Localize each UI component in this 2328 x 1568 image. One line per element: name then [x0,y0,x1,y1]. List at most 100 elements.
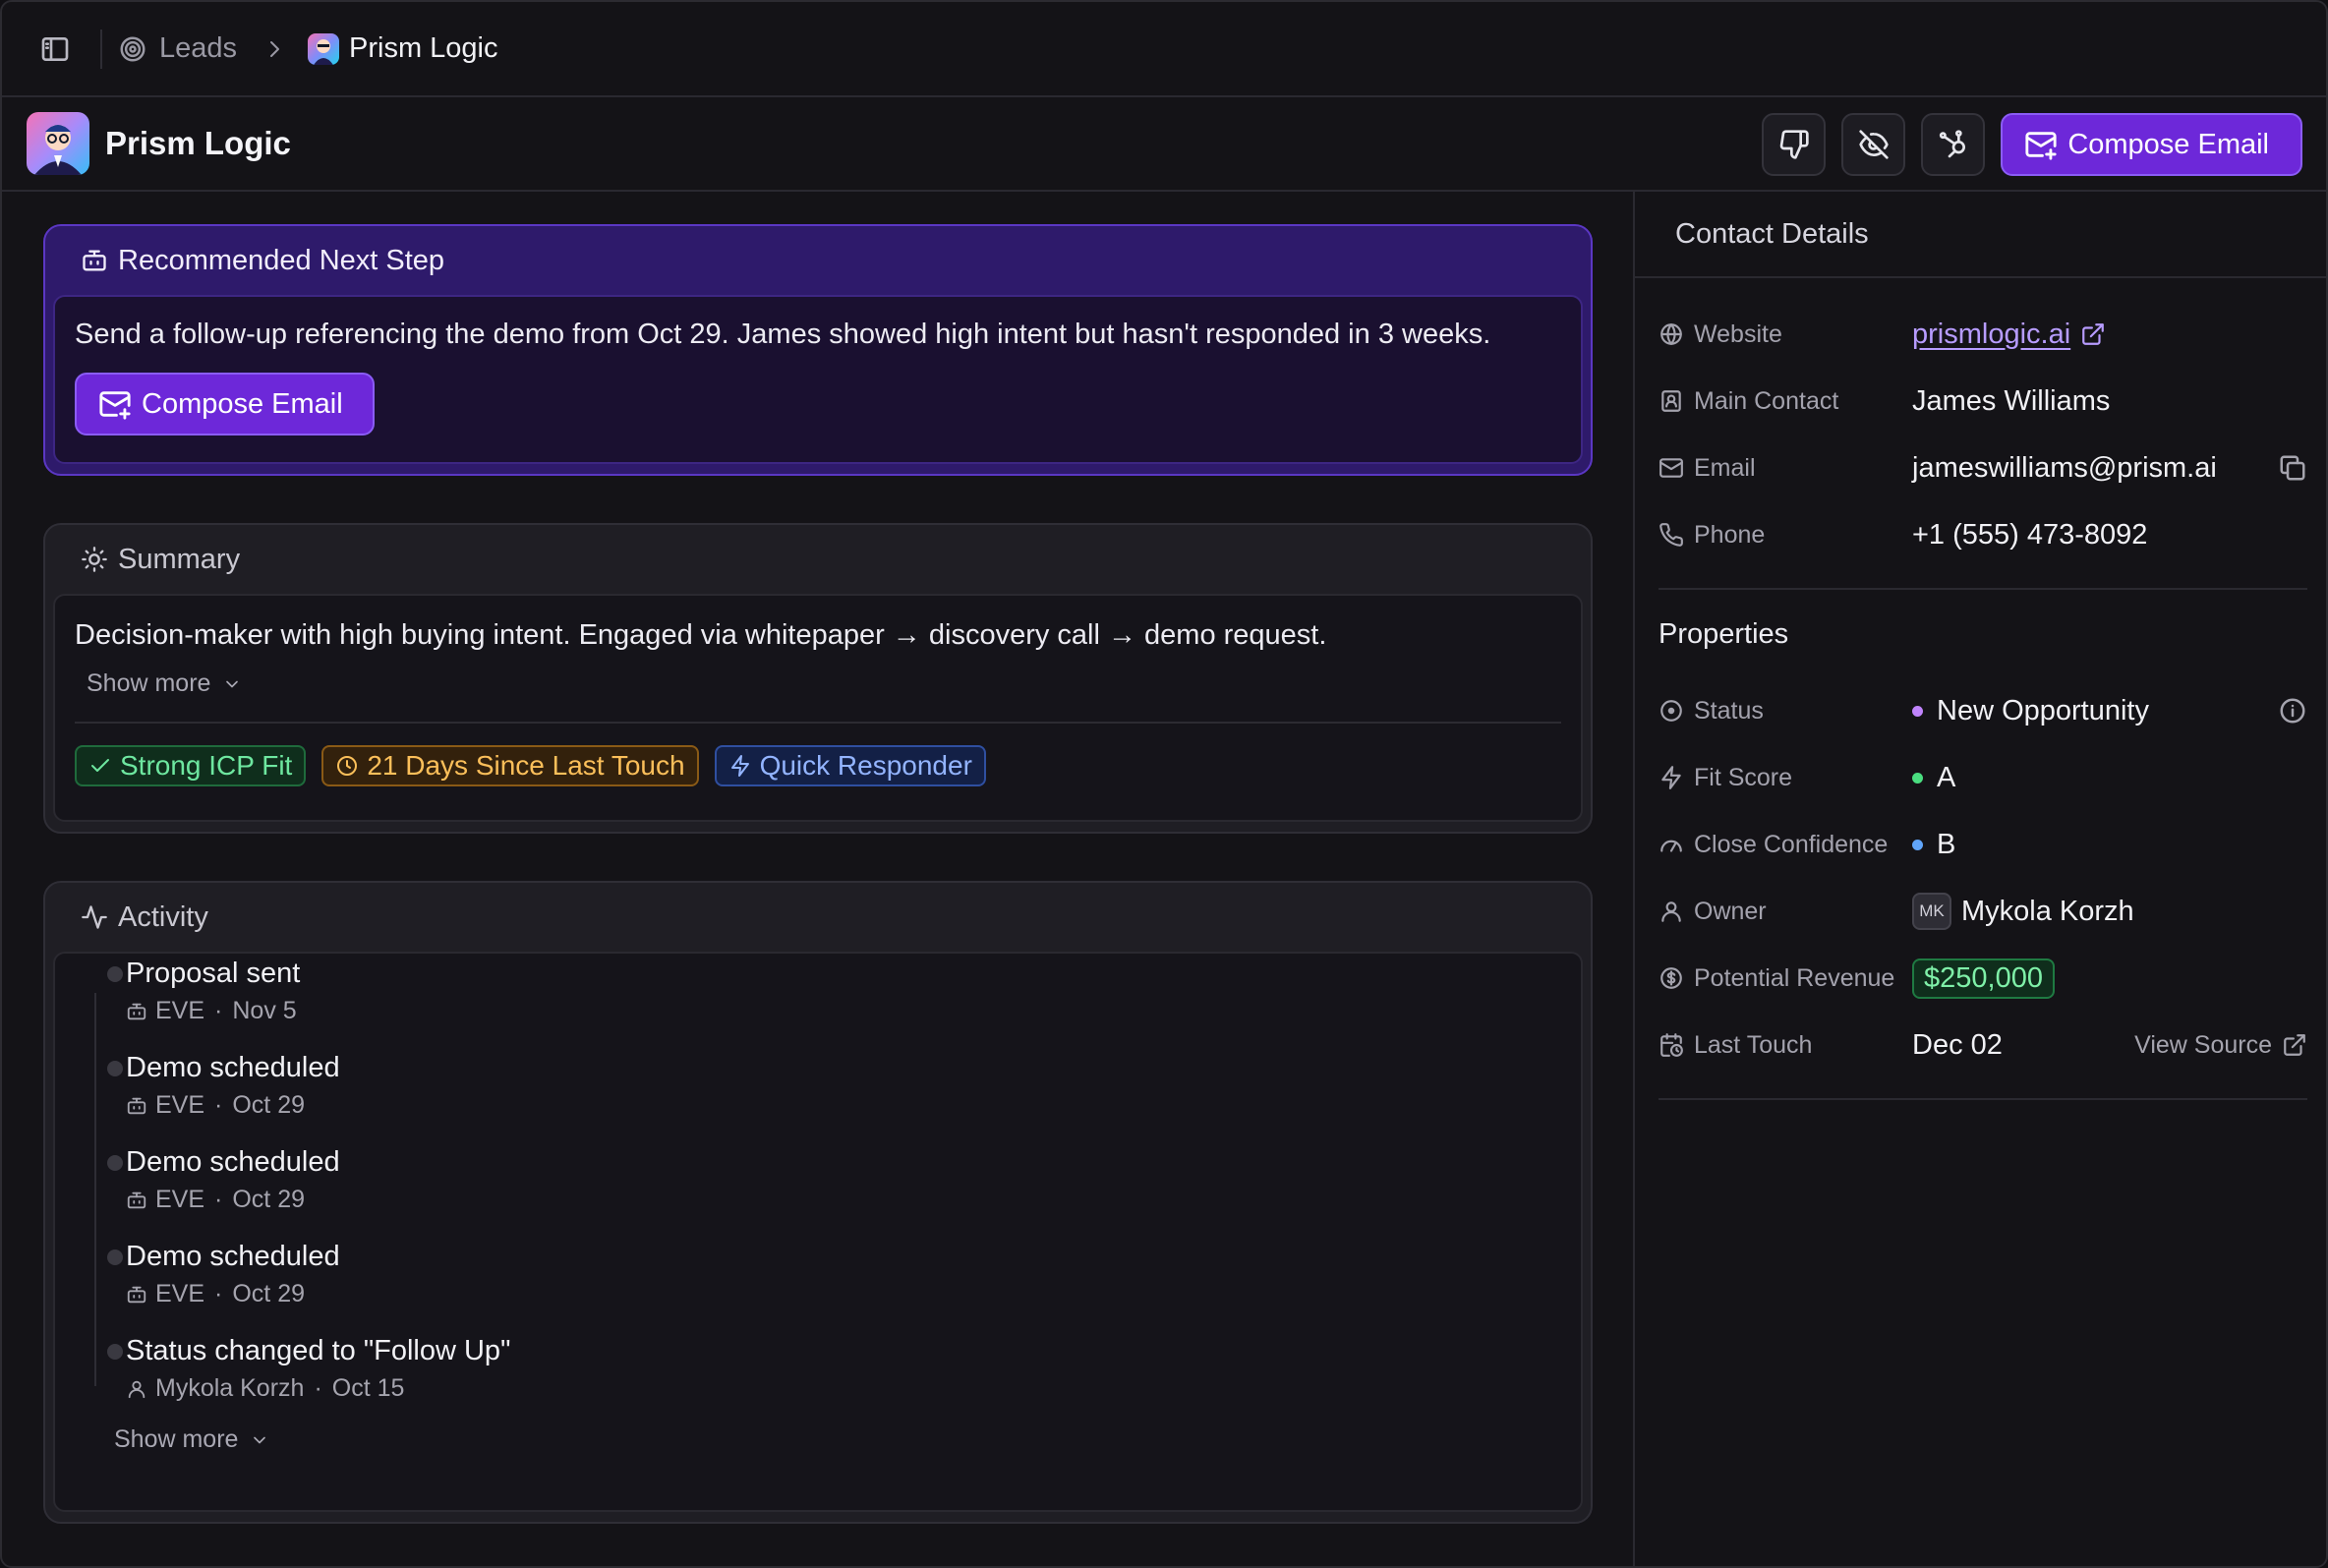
close-confidence-text: B [1937,828,1956,860]
meta-separator: · [214,1280,223,1307]
timeline-title: Status changed to "Follow Up" [126,1335,511,1366]
divider [1659,588,2307,590]
tag-label: 21 Days Since Last Touch [367,750,685,781]
breadcrumb-current[interactable]: Prism Logic [308,32,498,65]
meta-separator: · [214,997,223,1024]
page-header: Prism Logic Compose Email [2,97,2326,192]
gauge-icon [1660,840,1682,852]
timeline-dot [107,1249,123,1265]
timeline-meta: Mykola Korzh · Oct 15 [126,1374,1561,1403]
contact-details-heading: Contact Details [1635,192,2326,278]
timeline-meta: EVE · Nov 5 [126,997,1561,1025]
external-link-icon [2082,323,2105,345]
user-icon [1661,901,1681,922]
fit-score-row: Fit Score A [1659,758,2307,797]
email-value[interactable]: jameswilliams@prism.ai [1912,452,2217,485]
show-more-button[interactable]: Show more [75,669,1561,698]
timeline-actor: EVE [155,1280,205,1307]
timeline-dot [107,1155,123,1171]
field-label-text: Status [1694,696,1764,725]
timeline-title: Demo scheduled [126,1241,340,1272]
status-value[interactable]: New Opportunity [1912,695,2149,727]
clock-icon [337,756,358,776]
show-more-button[interactable]: Show more [75,1425,1561,1454]
phone-row: Phone +1 (555) 473-8092 [1659,515,2307,554]
field-label-text: Close Confidence [1694,830,1889,858]
timeline-actor: EVE [155,997,205,1024]
user-icon [128,1380,146,1398]
external-link-icon [2284,1034,2305,1056]
last-touch-row: Last Touch Dec 02 View Source [1659,1025,2307,1065]
hide-button[interactable] [1841,113,1906,176]
sidebar-toggle-icon[interactable] [39,33,71,65]
card-header: Summary [45,525,1591,594]
header-actions: Compose Email [1762,113,2302,176]
owner-value[interactable]: MK Mykola Korzh [1912,893,2134,930]
compose-email-button[interactable]: Compose Email [2001,113,2302,176]
field-label: Close Confidence [1659,831,1912,859]
field-label: Website [1659,320,1912,349]
field-label: Status [1659,697,1912,726]
breadcrumb-leads[interactable]: Leads [118,32,237,65]
bot-icon [83,250,106,271]
last-touch-value: Dec 02 [1912,1028,2003,1061]
card-title: Recommended Next Step [118,244,445,276]
timeline-item: Proposal sent EVE · Nov 5 [75,954,1561,1048]
compose-email-button[interactable]: Compose Email [75,373,375,436]
divider [75,722,1561,724]
timeline-dot [107,966,123,982]
status-circle-icon [1660,700,1682,722]
timeline-actor: Mykola Korzh [155,1374,305,1402]
copy-email-button[interactable] [2278,453,2307,483]
field-label-text: Phone [1694,520,1766,549]
sun-icon [82,547,107,572]
dollar-circle-icon [1660,967,1682,989]
timeline-date: Nov 5 [232,997,297,1024]
fit-score-value: A [1912,762,1955,794]
view-source-link[interactable]: View Source [2134,1031,2307,1060]
timeline-meta: EVE · Oct 29 [126,1186,1561,1214]
mail-plus-icon [99,391,131,420]
phone-icon [1659,523,1683,547]
phone-value[interactable]: +1 (555) 473-8092 [1912,519,2147,552]
field-label: Owner [1659,898,1912,926]
divider [100,29,102,69]
field-label-text: Potential Revenue [1694,963,1895,992]
email-row: Email jameswilliams@prism.ai [1659,448,2307,488]
compose-email-label: Compose Email [2067,128,2269,160]
status-dot [1912,705,1923,717]
eye-off-icon [1859,130,1889,159]
contact-card-icon [1661,390,1681,412]
bot-icon [127,1286,146,1303]
potential-revenue-row: Potential Revenue $250,000 [1659,958,2307,999]
field-label: Last Touch [1659,1031,1912,1060]
details-panel: Contact Details Website prismlogic.ai Ma… [1633,192,2326,1566]
bot-icon [127,1191,146,1208]
hubspot-icon [1939,130,1965,158]
card-title: Summary [118,543,241,575]
field-label-text: Owner [1694,897,1767,925]
tag-label: Strong ICP Fit [120,750,293,781]
copy-icon [2280,455,2305,481]
mail-plus-icon [2025,132,2057,160]
activity-card: Activity Proposal sent EVE · Nov 5 Demo … [43,881,1593,1524]
meta-separator: · [314,1374,322,1402]
timeline-meta: EVE · Oct 29 [126,1280,1561,1308]
tag-list: Strong ICP Fit 21 Days Since Last Touch … [75,745,1561,786]
website-text: prismlogic.ai [1912,318,2071,350]
timeline-date: Oct 29 [232,1091,306,1119]
mail-icon [1659,458,1683,478]
revenue-value: $250,000 [1912,958,2055,999]
breadcrumb-label: Prism Logic [349,32,498,64]
field-label-text: Website [1694,319,1782,348]
website-link[interactable]: prismlogic.ai [1912,319,2106,351]
status-info-button[interactable] [2278,696,2307,726]
properties-heading: Properties [1659,618,1789,650]
hubspot-button[interactable] [1921,113,1986,176]
thumbs-down-button[interactable] [1762,113,1827,176]
check-icon [91,759,109,772]
page-title: Prism Logic [105,125,291,161]
calendar-clock-icon [1660,1033,1683,1057]
timeline-title: Demo scheduled [126,1052,340,1083]
confidence-dot [1912,839,1923,850]
